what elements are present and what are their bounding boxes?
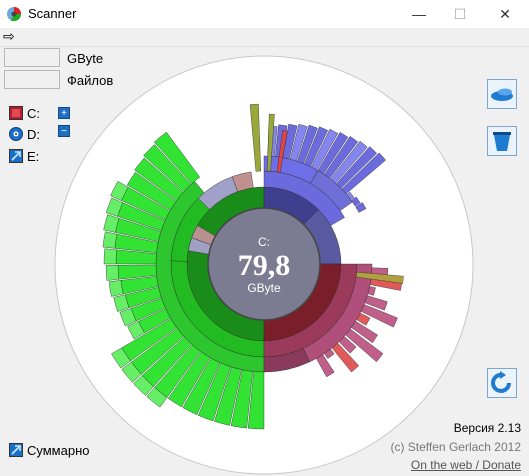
segment-green-tip-17[interactable] (102, 231, 118, 249)
web-donate-link[interactable]: On the web / Donate (411, 458, 521, 472)
version-text: Версия 2.13 (453, 421, 521, 435)
center-unit-label: GByte (247, 281, 281, 295)
center-drive-label: C: (258, 235, 270, 249)
refresh-icon[interactable] (487, 368, 517, 398)
segment-green-tip-14[interactable] (108, 280, 124, 297)
zoom-icon[interactable] (487, 79, 517, 109)
trash-icon[interactable] (487, 126, 517, 156)
segment-green-tip-16[interactable] (103, 248, 117, 265)
copyright-text: (c) Steffen Gerlach 2012 (390, 440, 521, 454)
disk-usage-sunburst[interactable]: C: 79,8 GByte (0, 0, 529, 476)
center-size-value: 79,8 (238, 249, 291, 282)
summary-label: Суммарно (27, 443, 90, 458)
summary-icon (9, 443, 23, 457)
segment-green-tip-15[interactable] (105, 265, 120, 281)
